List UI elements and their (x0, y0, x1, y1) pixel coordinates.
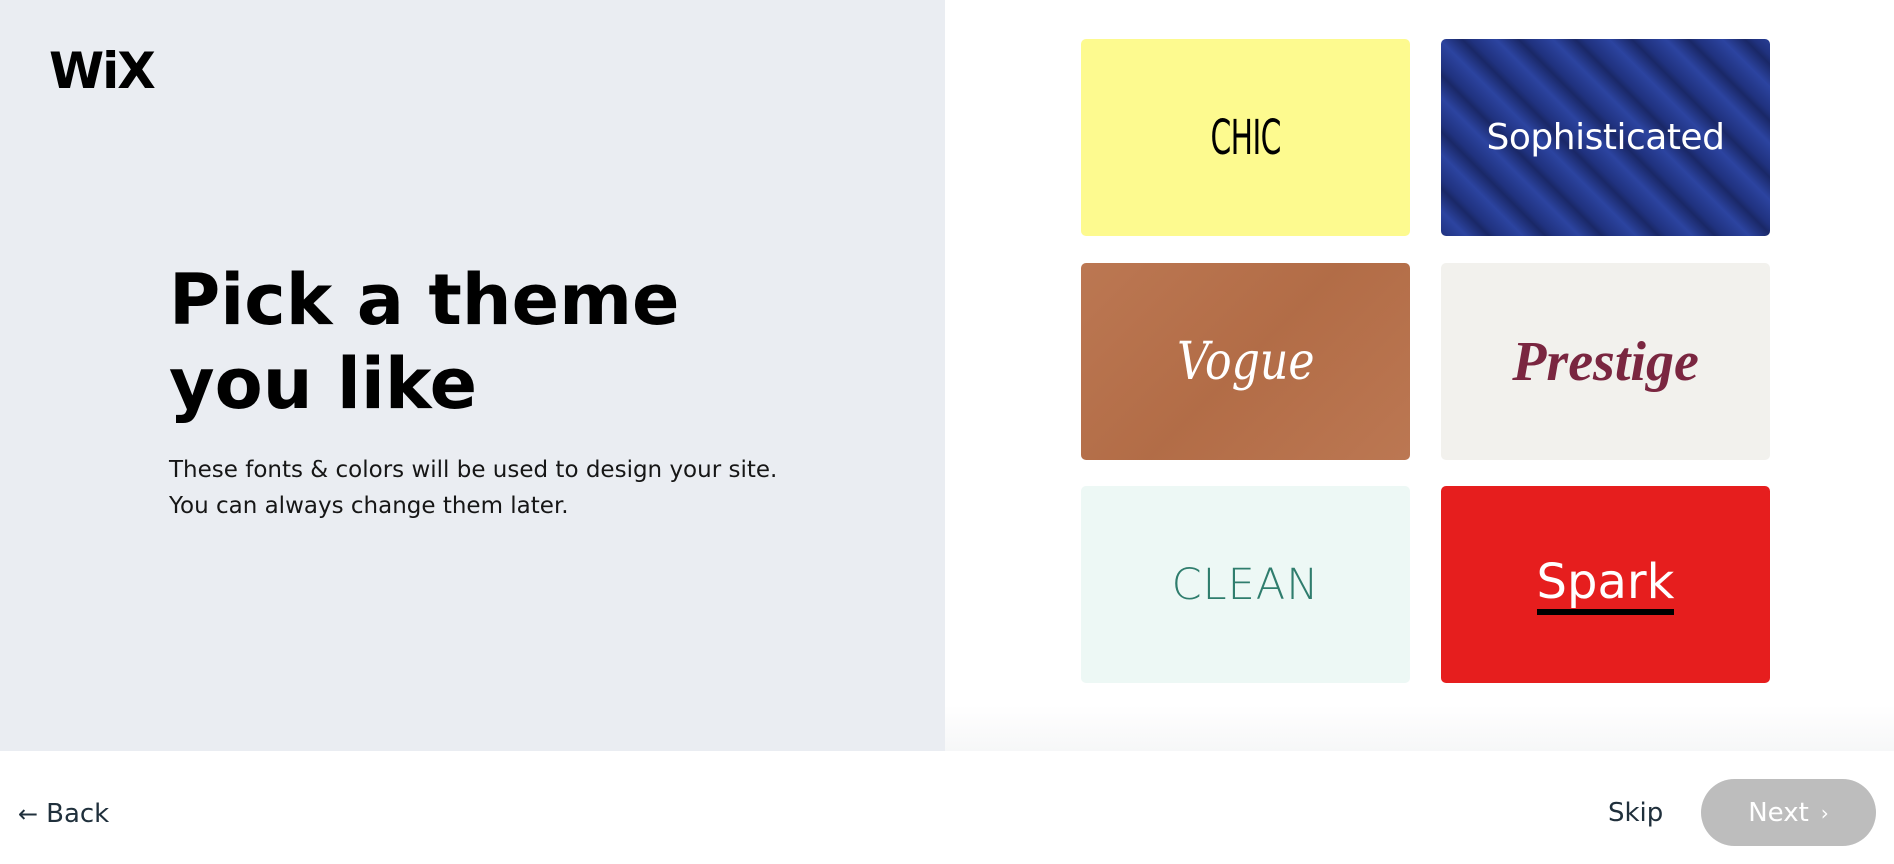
theme-card-prestige[interactable]: Prestige (1441, 263, 1770, 460)
subtitle-line-1: These fonts & colors will be used to des… (169, 457, 778, 483)
theme-label: Spark (1536, 555, 1675, 615)
next-label: Next (1748, 797, 1809, 828)
page-subtitle: These fonts & colors will be used to des… (169, 452, 809, 524)
page-title: Pick a theme you like (169, 259, 680, 425)
back-button[interactable]: ← Back (18, 799, 109, 829)
next-button[interactable]: Next › (1701, 779, 1876, 846)
skip-button[interactable]: Skip (1608, 798, 1663, 828)
theme-card-clean[interactable]: CLEAN (1081, 486, 1410, 683)
theme-card-vogue[interactable]: Vogue (1081, 263, 1410, 460)
arrow-left-icon: ← (18, 800, 39, 828)
wix-logo: WiX (49, 42, 156, 100)
intro-panel: WiX Pick a theme you like These fonts & … (0, 0, 945, 751)
theme-label: Sophisticated (1486, 117, 1725, 158)
back-label: Back (46, 799, 110, 829)
theme-card-chic[interactable]: CHIC (1081, 39, 1410, 236)
chevron-right-icon: › (1820, 800, 1829, 825)
theme-label: CHIC (1210, 109, 1281, 166)
subtitle-line-2: You can always change them later. (169, 493, 569, 519)
theme-card-sophisticated[interactable]: Sophisticated (1441, 39, 1770, 236)
theme-label: CLEAN (1171, 559, 1320, 610)
theme-label: Vogue (1176, 331, 1315, 392)
theme-card-spark[interactable]: Spark (1441, 486, 1770, 683)
theme-label: Prestige (1512, 330, 1699, 393)
